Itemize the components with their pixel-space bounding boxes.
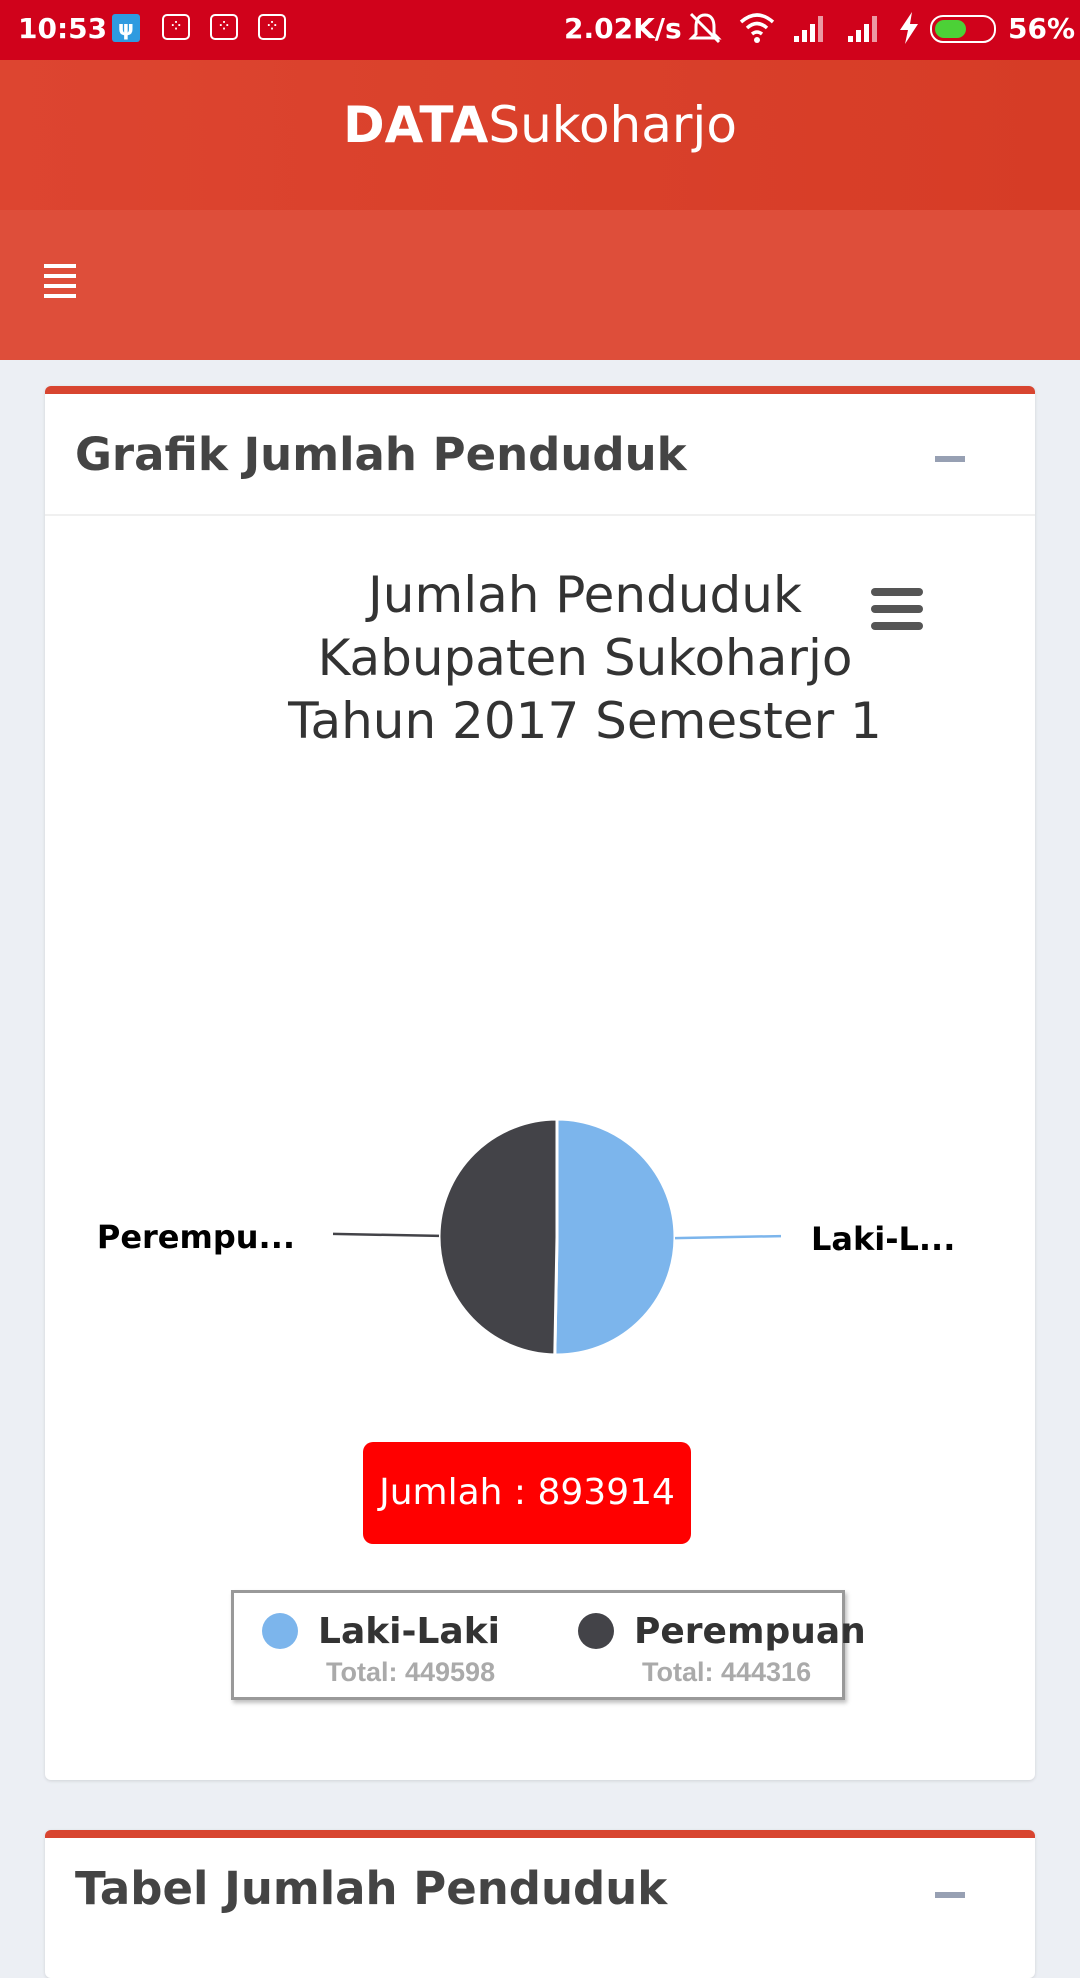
signal-icon [794,16,823,42]
jumlah-button[interactable]: Jumlah : 893914 [363,1442,691,1544]
network-speed: 2.02K/s [564,12,682,45]
bbm-icon: ⁘ [162,14,190,40]
wifi-icon [739,13,775,43]
charging-icon [900,12,918,44]
chart-title-line: Tahun 2017 Semester 1 [288,692,882,750]
chart-title-line: Kabupaten Sukoharjo [317,629,853,687]
battery-percent: 56% [1008,12,1076,45]
legend-marker [578,1613,614,1649]
signal-icon [848,16,877,42]
box-title: Tabel Jumlah Penduduk [75,1862,668,1915]
pie-connector [332,1232,440,1238]
chart-title: Jumlah Penduduk Kabupaten Sukoharjo Tahu… [245,564,925,753]
bbm-icon: ⁘ [258,14,286,40]
table-box: Tabel Jumlah Penduduk [45,1830,1035,1978]
usb-icon: ψ [112,14,140,42]
pie-chart: Laki-L... Perempu... [97,1117,955,1357]
bbm-icon: ⁘ [210,14,238,40]
pie-slice-perempuan[interactable] [437,1117,559,1357]
legend-total: Total: 449598 [326,1657,496,1687]
pie-data-label: Perempu... [97,1218,295,1256]
legend-label: Perempuan [634,1611,866,1652]
status-bar: 10:53 ψ ⁘ ⁘ ⁘ 2.02K/s 56% [0,0,1080,60]
minus-icon[interactable] [935,456,965,462]
pie-slice-laki-laki[interactable] [553,1117,677,1357]
menu-icon[interactable] [871,588,923,630]
chart-box: Grafik Jumlah Penduduk Jumlah Penduduk K… [45,386,1035,1780]
app-header: DATASukoharjo [0,60,1080,210]
brand-logo[interactable]: DATASukoharjo [0,96,1080,154]
hamburger-icon[interactable] [44,264,76,300]
mute-icon [688,12,722,44]
box-title: Grafik Jumlah Penduduk [75,428,687,481]
box-divider [45,514,1035,516]
nav-bar [0,210,1080,360]
status-time: 10:53 [18,12,108,45]
pie-connector [674,1234,782,1240]
pie-data-label: Laki-L... [811,1220,955,1258]
chart-legend: Laki-Laki Total: 449598 Perempuan Total:… [231,1590,866,1700]
legend-label: Laki-Laki [318,1611,500,1652]
legend-marker [262,1613,298,1649]
chart-title-line: Jumlah Penduduk [368,566,802,624]
minus-icon[interactable] [935,1892,965,1898]
brand-bold: DATA [343,96,489,154]
brand-light: Sukoharjo [488,96,737,154]
battery-icon [930,15,996,43]
legend-total: Total: 444316 [642,1657,812,1687]
